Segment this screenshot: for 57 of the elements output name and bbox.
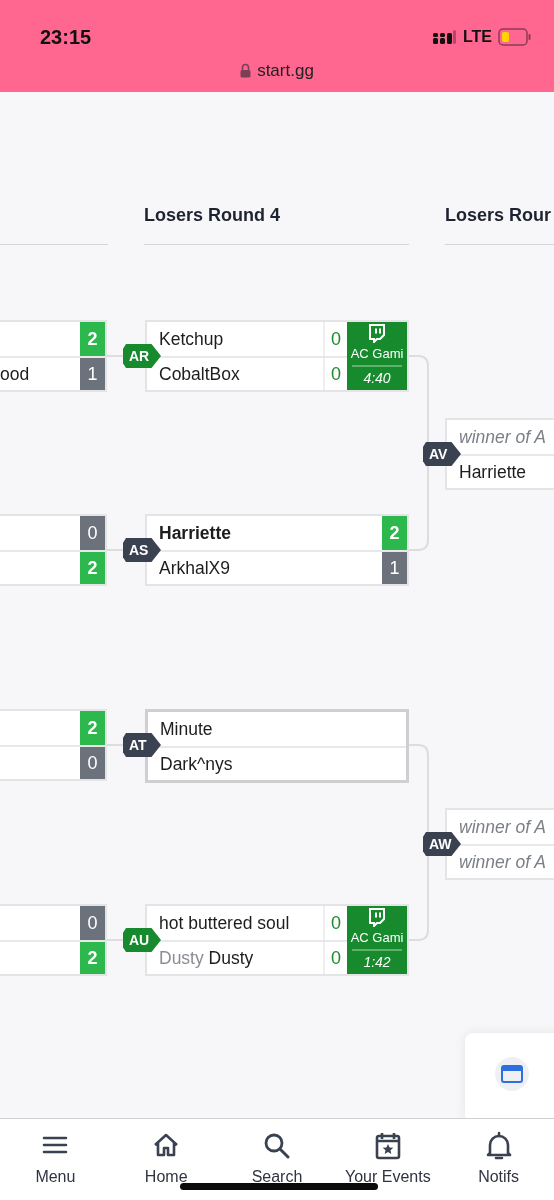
player-name: Minute: [159, 717, 214, 741]
round-title: Losers Round 4: [144, 204, 281, 227]
match-tag: AT: [123, 733, 161, 757]
clock-time: 23:15: [40, 25, 92, 50]
player-name: Dusty Dusty: [158, 946, 255, 970]
match-card[interactable]: 2 0: [0, 709, 107, 781]
match-tag: AV: [423, 442, 461, 466]
search-icon: [262, 1131, 292, 1161]
score: 1: [382, 552, 407, 584]
player-name: Harriette: [458, 460, 528, 484]
window-icon: [501, 1065, 523, 1083]
stream-box[interactable]: AC Gami 1:42: [347, 906, 407, 974]
placeholder-text: winner of A: [458, 425, 547, 449]
nav-tab[interactable]: Home: [116, 1119, 217, 1200]
player-name: Ketchup: [158, 327, 225, 351]
window-button[interactable]: [495, 1057, 529, 1091]
score: 2: [80, 552, 105, 584]
nav-tab[interactable]: Search: [227, 1119, 327, 1200]
match-card[interactable]: 0 2: [0, 904, 107, 976]
match-tag: AR: [123, 344, 161, 368]
placeholder-text: winner of A: [458, 850, 547, 874]
nav-tab[interactable]: Notifs: [448, 1119, 549, 1200]
match-tag: AW: [423, 832, 461, 856]
stream-time: 1:42: [352, 948, 402, 973]
score: 2: [382, 516, 407, 550]
lock-icon: [240, 63, 252, 79]
stream-box[interactable]: AC Gami 4:40: [347, 322, 407, 390]
player-name: Dark^nys: [159, 752, 234, 776]
match-card[interactable]: 0 2: [0, 514, 107, 586]
score: 0: [80, 906, 105, 940]
stream-time: 4:40: [352, 364, 402, 389]
player-name: ArkhalX9: [158, 556, 231, 580]
score: 2: [80, 711, 105, 745]
nav-tab[interactable]: Menu: [5, 1119, 106, 1200]
player-name: ood: [0, 362, 31, 386]
score: 2: [80, 322, 105, 356]
url-text: start.gg: [257, 60, 314, 82]
player-name: CobaltBox: [158, 362, 241, 386]
placeholder-text: winner of A: [458, 815, 547, 839]
stream-icon: [367, 907, 387, 928]
score: 2: [80, 942, 105, 974]
nav-tab[interactable]: Your Events: [337, 1119, 438, 1200]
stream-icon: [367, 323, 387, 344]
match-tag: AU: [123, 928, 161, 952]
score: 0: [80, 516, 105, 550]
channel-name: AC Gami: [350, 929, 404, 948]
network-label: LTE: [462, 27, 492, 47]
match-tag: AS: [123, 538, 161, 562]
score: 0: [80, 747, 105, 779]
battery-icon: [498, 28, 532, 46]
channel-name: AC Gami: [350, 345, 404, 364]
player-name: Harriette: [158, 521, 232, 545]
player-name: hot buttered soul: [158, 911, 291, 935]
round-title: Losers Rour: [445, 204, 552, 227]
match-card[interactable]: 2 ood 1: [0, 320, 107, 392]
score: 1: [80, 358, 105, 390]
signal-icon: [432, 29, 457, 45]
